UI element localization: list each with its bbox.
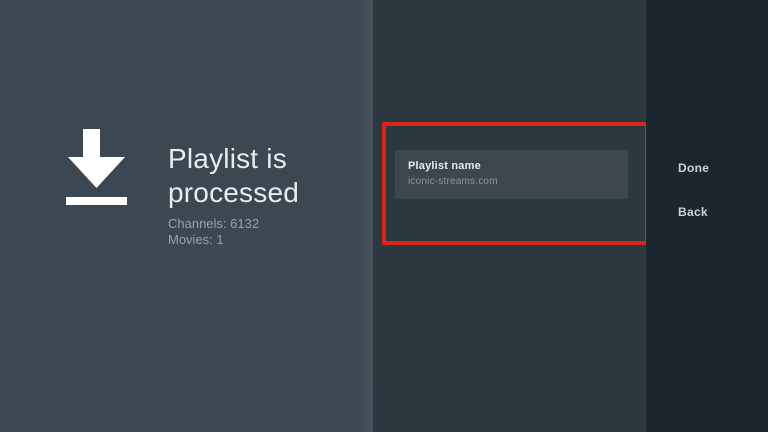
summary-panel: Playlist is processed Channels: 6132 Mov…: [0, 0, 373, 432]
form-panel: [373, 0, 646, 432]
done-button[interactable]: Done: [678, 160, 709, 176]
download-icon: [66, 129, 127, 205]
channels-count: Channels: 6132: [168, 216, 259, 232]
back-button[interactable]: Back: [678, 204, 708, 220]
movies-count: Movies: 1: [168, 232, 259, 248]
playlist-stats: Channels: 6132 Movies: 1: [168, 216, 259, 248]
playlist-name-field[interactable]: Playlist name iconic-streams.com: [395, 150, 628, 199]
playlist-name-label: Playlist name: [408, 159, 615, 173]
playlist-name-value: iconic-streams.com: [408, 175, 615, 188]
page-title: Playlist is processed: [168, 142, 353, 210]
